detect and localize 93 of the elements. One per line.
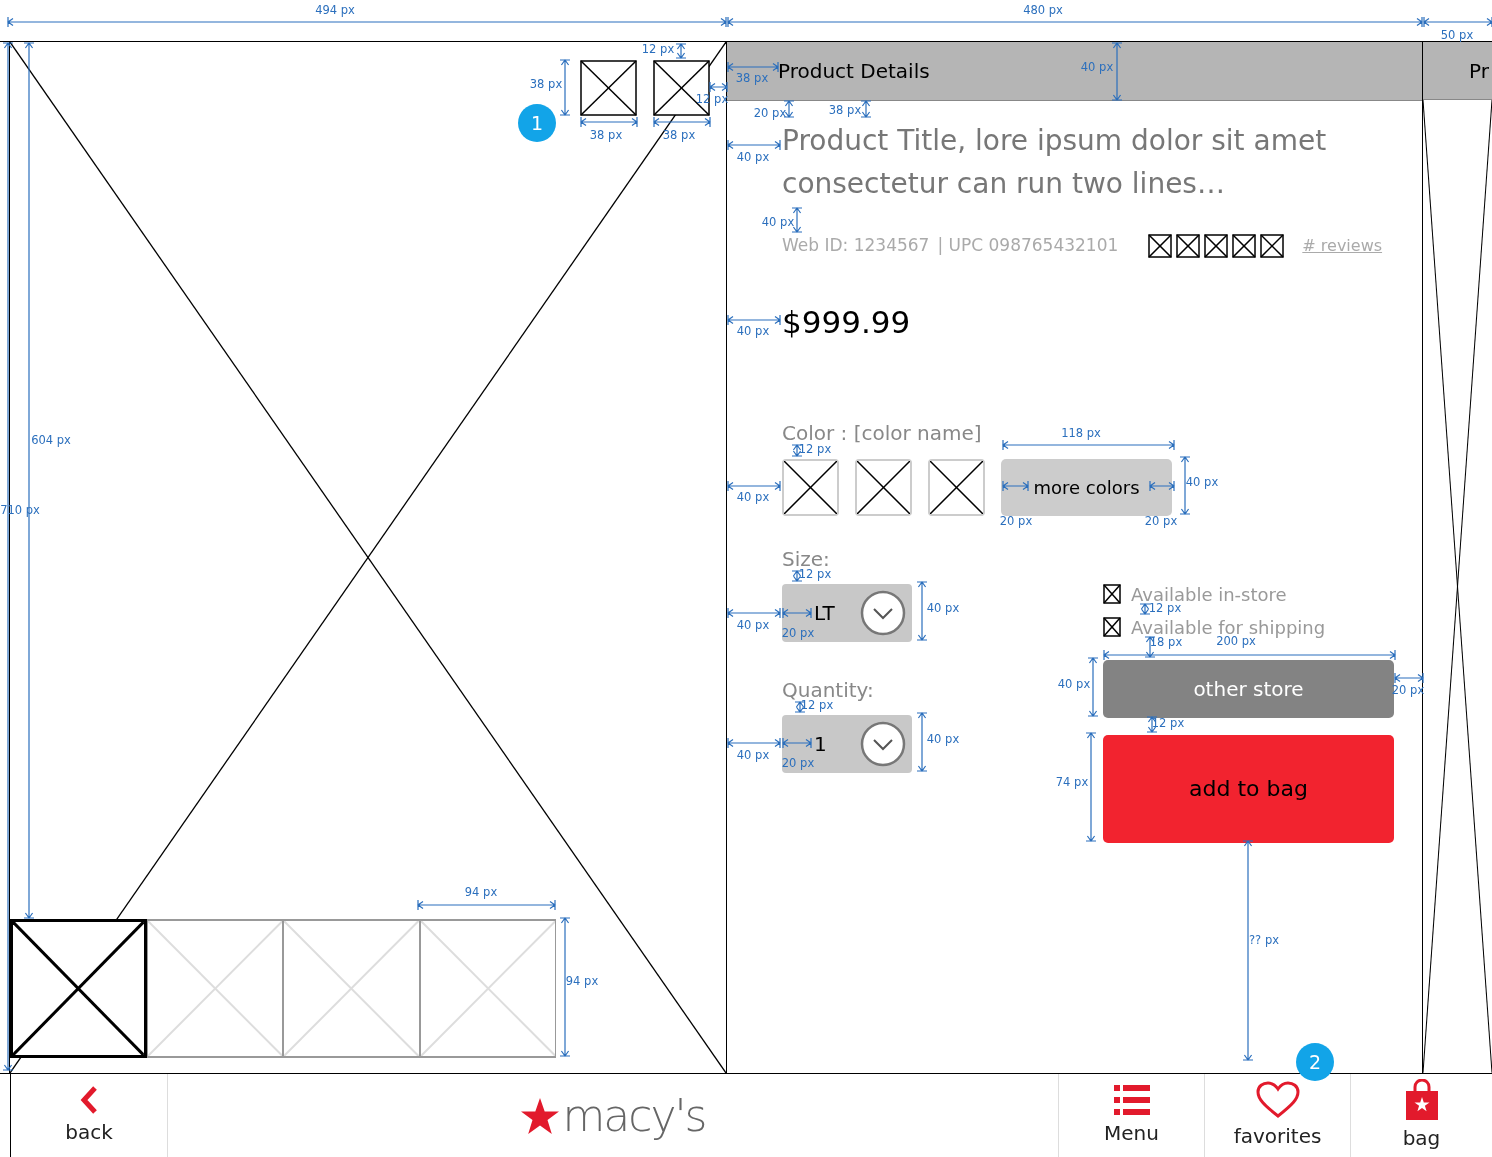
price: $999.99 [782,302,911,342]
dimension-label: 94 px [464,887,498,899]
dimension-label: 20 px [781,758,815,770]
dimension-line [726,314,782,326]
dimension-label: 40 px [736,152,770,164]
rating-placeholder-icon [1204,233,1229,258]
dimension-label: 20 px [781,628,815,640]
dimension-line [916,711,928,773]
dimension-label: 38 px [589,130,623,142]
chevron-down-icon [860,589,906,636]
back-chevron-icon [79,1084,99,1115]
dimension-line [1139,602,1151,616]
callout-badge: 1 [518,104,556,142]
more-colors-button[interactable]: more colors [1001,458,1172,516]
dimension-label: 38 px [735,73,769,85]
back-button[interactable]: back [10,1074,168,1157]
logo-text: macy's [562,1088,706,1143]
menu-button[interactable]: Menu [1059,1074,1205,1157]
color-swatch[interactable] [855,458,912,516]
dimension-label: 40 px [1185,477,1219,489]
rating-placeholder-icon [1232,233,1257,258]
gallery-thumbnail[interactable] [10,919,147,1058]
web-id: Web ID: 1234567 [782,234,930,257]
other-store-button[interactable]: other store [1103,659,1394,718]
checkbox-placeholder-icon [1103,584,1121,604]
color-swatch[interactable] [928,458,985,516]
dimension-label: 94 px [565,976,599,988]
dimension-label: 12 px [1148,603,1182,615]
dimension-label: 40 px [761,217,795,229]
dimension-line [708,81,729,93]
dimension-line [652,116,712,128]
dimension-label: 12 px [798,569,832,581]
dimension-label: 18 px [1149,637,1183,649]
dimension-line [1393,672,1425,684]
dimension-label: 74 px [1055,777,1089,789]
dimension-line [579,116,639,128]
dimension-label: 40 px [736,492,770,504]
dimension-label: 40 px [926,734,960,746]
upc-code: | UPC 098765432101 [937,234,1119,257]
dimension-line [860,99,872,119]
thumbnail-placeholder [653,60,710,116]
heart-icon [1255,1080,1300,1119]
rating-placeholder-icon [1260,233,1285,258]
dimension-line [726,61,780,73]
dimension-label: 40 px [736,326,770,338]
dimension-label: 12 px [1151,718,1185,730]
dimension-label: 480 px [1023,5,1063,17]
dimension-label: 200 px [1216,636,1256,648]
dimension-label: 20 px [999,516,1033,528]
color-label: Color : [color name] [782,420,982,445]
product-title: Product Title, lore ipsum dolor sit amet consectetur can run two lines… [782,123,1328,202]
dimension-line [1111,41,1123,102]
dimension-line [726,139,782,151]
shopping-bag-icon [1404,1078,1439,1121]
bag-button[interactable]: bag [1351,1074,1492,1157]
dimension-label: 38 px [529,79,563,91]
dimension-label: 50 px [1440,30,1474,42]
dimension-label: 20 px [753,108,787,120]
rating-placeholder-icon [1176,233,1201,258]
dimension-line [675,42,687,60]
dimension-label: 12 px [798,444,832,456]
dimension-label: 12 px [641,44,675,56]
dimension-label: 494 px [315,5,355,17]
dimension-label: 40 px [1057,679,1091,691]
thumbnail-placeholder [580,60,637,116]
menu-icon [1113,1083,1150,1116]
dimension-label: ?? px [1249,935,1279,947]
quantity-label: Quantity: [782,677,874,702]
gallery-thumbnail[interactable] [283,919,420,1058]
dimension-label: 20 px [1144,516,1178,528]
dimension-label: 604 px [31,435,71,447]
chevron-down-icon [860,720,906,767]
dimension-label: 40 px [926,603,960,615]
callout-badge: 2 [1296,1043,1334,1081]
dimension-label: 40 px [736,620,770,632]
dimension-label: 40 px [736,750,770,762]
rating-placeholder-icon [1148,233,1173,258]
dimension-line [1148,480,1176,492]
section-header: Pr [1423,42,1492,101]
dimension-line [1001,480,1030,492]
add-to-bag-button[interactable]: add to bag [1103,734,1394,843]
dimension-label: 38 px [828,105,862,117]
gallery-thumbnail[interactable] [146,919,283,1058]
dimension-label: 12 px [800,700,834,712]
color-swatch[interactable] [782,458,839,516]
star-icon [520,1096,561,1135]
dimension-label: 118 px [1061,428,1101,440]
dimension-line [726,480,782,492]
gallery-thumbnail[interactable] [419,919,556,1058]
checkbox-placeholder-icon [1103,617,1121,637]
dimension-label: 40 px [1080,62,1114,74]
dimension-label: 38 px [662,130,696,142]
dimension-line [916,580,928,642]
